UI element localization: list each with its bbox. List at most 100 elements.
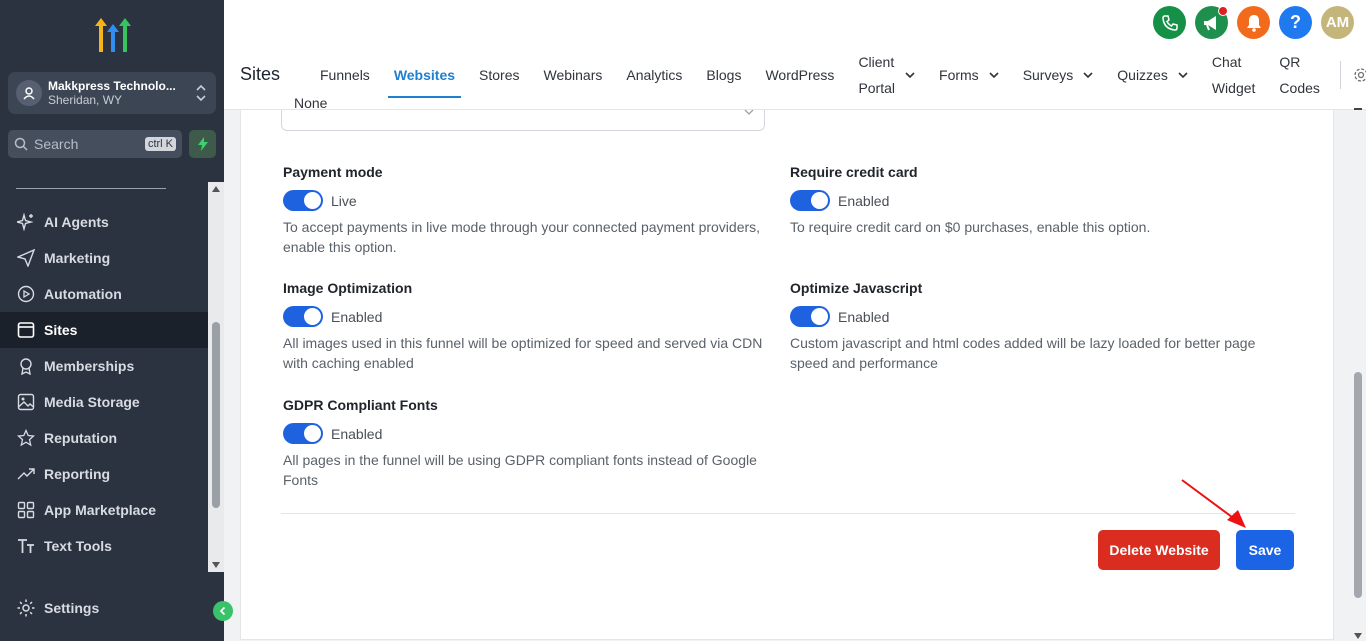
notifications-button[interactable] <box>1237 6 1270 39</box>
tab-blogs[interactable]: Blogs <box>694 50 753 100</box>
quick-actions-button[interactable] <box>189 130 216 158</box>
tab-analytics[interactable]: Analytics <box>614 50 694 100</box>
option-description: To require credit card on $0 purchases, … <box>790 219 1151 235</box>
top-icon-group: ? AM <box>1153 6 1354 39</box>
select-value: None <box>294 95 328 111</box>
scroll-down-icon[interactable] <box>1354 633 1362 639</box>
help-button[interactable]: ? <box>1279 6 1312 39</box>
require-credit-card-toggle[interactable] <box>790 190 830 211</box>
optimize-javascript-toggle[interactable] <box>790 306 830 327</box>
top-header: ? AM Sites Funnels Websites Stores Webin… <box>224 0 1366 110</box>
sidebar-scrollbar[interactable] <box>208 182 224 572</box>
delete-website-button[interactable]: Delete Website <box>1098 530 1220 570</box>
tab-funnels[interactable]: Funnels <box>308 50 382 100</box>
collapse-sidebar-button[interactable] <box>213 601 233 621</box>
sidebar: Makkpress Technolo... Sheridan, WY Searc… <box>0 0 233 641</box>
red-arrow-annotation <box>1181 479 1246 528</box>
option-state: Enabled <box>838 308 890 325</box>
gear-icon <box>17 599 35 617</box>
sidebar-item-label: Reputation <box>44 430 118 446</box>
option-label: Require credit card <box>790 164 918 180</box>
option-image-optimization: Image Optimization Enabled All images us… <box>283 280 763 373</box>
sidebar-scroll-thumb[interactable] <box>212 322 220 508</box>
settings-select[interactable]: None <box>281 96 765 131</box>
avatar-initials: AM <box>1325 14 1350 31</box>
sidebar-item-label: Sites <box>44 322 78 338</box>
tab-qr-codes[interactable]: QR Codes <box>1267 50 1331 100</box>
main-scroll-thumb[interactable] <box>1354 372 1362 598</box>
bell-icon <box>1246 14 1261 32</box>
text-icon <box>16 536 36 556</box>
announcements-button[interactable] <box>1195 6 1228 39</box>
chevron-down-icon <box>744 110 754 115</box>
tab-label: Quizzes <box>1117 67 1168 83</box>
tab-chat-widget[interactable]: Chat Widget <box>1200 50 1268 100</box>
sidebar-item-reporting[interactable]: Reporting <box>0 456 208 492</box>
tab-label: Forms <box>939 67 979 83</box>
sidebar-item-marketing[interactable]: Marketing <box>0 240 208 276</box>
phone-icon <box>1161 14 1178 31</box>
sidebar-item-label: Marketing <box>44 250 111 266</box>
tab-label-line2: Portal <box>858 80 896 96</box>
tab-label-line1: Client <box>858 54 895 70</box>
sidebar-item-automation[interactable]: Automation <box>0 276 208 312</box>
payment-mode-toggle[interactable] <box>283 190 323 211</box>
option-label: Optimize Javascript <box>790 280 923 296</box>
chevron-left-icon <box>219 606 226 616</box>
sidebar-item-label: App Marketplace <box>44 502 157 518</box>
tab-label-line1: QR <box>1279 54 1301 70</box>
main-scrollbar[interactable] <box>1350 96 1366 641</box>
tab-quizzes[interactable]: Quizzes <box>1105 50 1200 100</box>
sidebar-item-ai-agents[interactable]: AI Agents <box>0 204 208 240</box>
search-shortcut-badge: ctrl K <box>144 137 176 151</box>
sidebar-item-text-tools[interactable]: Text Tools <box>0 528 208 564</box>
phone-button[interactable] <box>1153 6 1186 39</box>
scroll-up-icon[interactable] <box>212 186 220 192</box>
trend-icon <box>16 464 36 484</box>
tab-label-line2: Codes <box>1279 80 1320 96</box>
tab-stores[interactable]: Stores <box>467 50 531 100</box>
sidebar-item-memberships[interactable]: Memberships <box>0 348 208 384</box>
tab-wordpress[interactable]: WordPress <box>753 50 846 100</box>
sidebar-item-sites[interactable]: Sites <box>0 312 208 348</box>
scroll-down-icon[interactable] <box>212 562 220 568</box>
option-description: Custom javascript and html codes added w… <box>790 335 1256 371</box>
tab-client-portal[interactable]: Client Portal <box>846 50 927 100</box>
tab-forms[interactable]: Forms <box>927 50 1011 100</box>
sidebar-item-label: Memberships <box>44 358 135 374</box>
gdpr-fonts-toggle[interactable] <box>283 423 323 444</box>
sidebar-item-label: AI Agents <box>44 214 109 230</box>
tab-surveys[interactable]: Surveys <box>1011 50 1106 100</box>
user-avatar[interactable]: AM <box>1321 6 1354 39</box>
option-optimize-javascript: Optimize Javascript Enabled Custom javas… <box>790 280 1270 373</box>
sidebar-item-media-storage[interactable]: Media Storage <box>0 384 208 420</box>
lightning-icon <box>197 137 208 151</box>
sidebar-item-label: Media Storage <box>44 394 140 410</box>
app: Makkpress Technolo... Sheridan, WY Searc… <box>0 0 1366 641</box>
sidebar-item-app-marketplace[interactable]: App Marketplace <box>0 492 208 528</box>
sidebar-item-settings[interactable]: Settings <box>16 598 99 618</box>
location-avatar-icon <box>16 80 42 106</box>
actions-divider <box>281 513 1295 514</box>
image-optimization-toggle[interactable] <box>283 306 323 327</box>
account-switcher[interactable]: Makkpress Technolo... Sheridan, WY <box>8 72 216 114</box>
option-description: All images used in this funnel will be o… <box>283 335 763 371</box>
option-state: Live <box>331 192 357 209</box>
save-button[interactable]: Save <box>1236 530 1294 570</box>
website-settings-card: None Payment mode Live To accept payment… <box>240 96 1334 640</box>
scroll-up-icon[interactable] <box>1354 108 1362 110</box>
app-logo-icon[interactable] <box>92 16 134 56</box>
gear-icon[interactable] <box>1353 67 1366 83</box>
sites-tabs: Funnels Websites Stores Webinars Analyti… <box>308 50 1366 100</box>
search-placeholder: Search <box>34 136 79 152</box>
option-gdpr-fonts: GDPR Compliant Fonts Enabled All pages i… <box>283 397 763 490</box>
option-description: To accept payments in live mode through … <box>283 219 761 255</box>
chevron-down-icon <box>1083 72 1093 79</box>
sidebar-divider <box>16 188 166 189</box>
tab-websites[interactable]: Websites <box>382 50 467 100</box>
search-input[interactable]: Search ctrl K <box>8 130 182 158</box>
sidebar-item-label: Reporting <box>44 466 111 482</box>
tab-webinars[interactable]: Webinars <box>532 50 615 100</box>
sites-icon <box>16 320 36 340</box>
sidebar-item-reputation[interactable]: Reputation <box>0 420 208 456</box>
